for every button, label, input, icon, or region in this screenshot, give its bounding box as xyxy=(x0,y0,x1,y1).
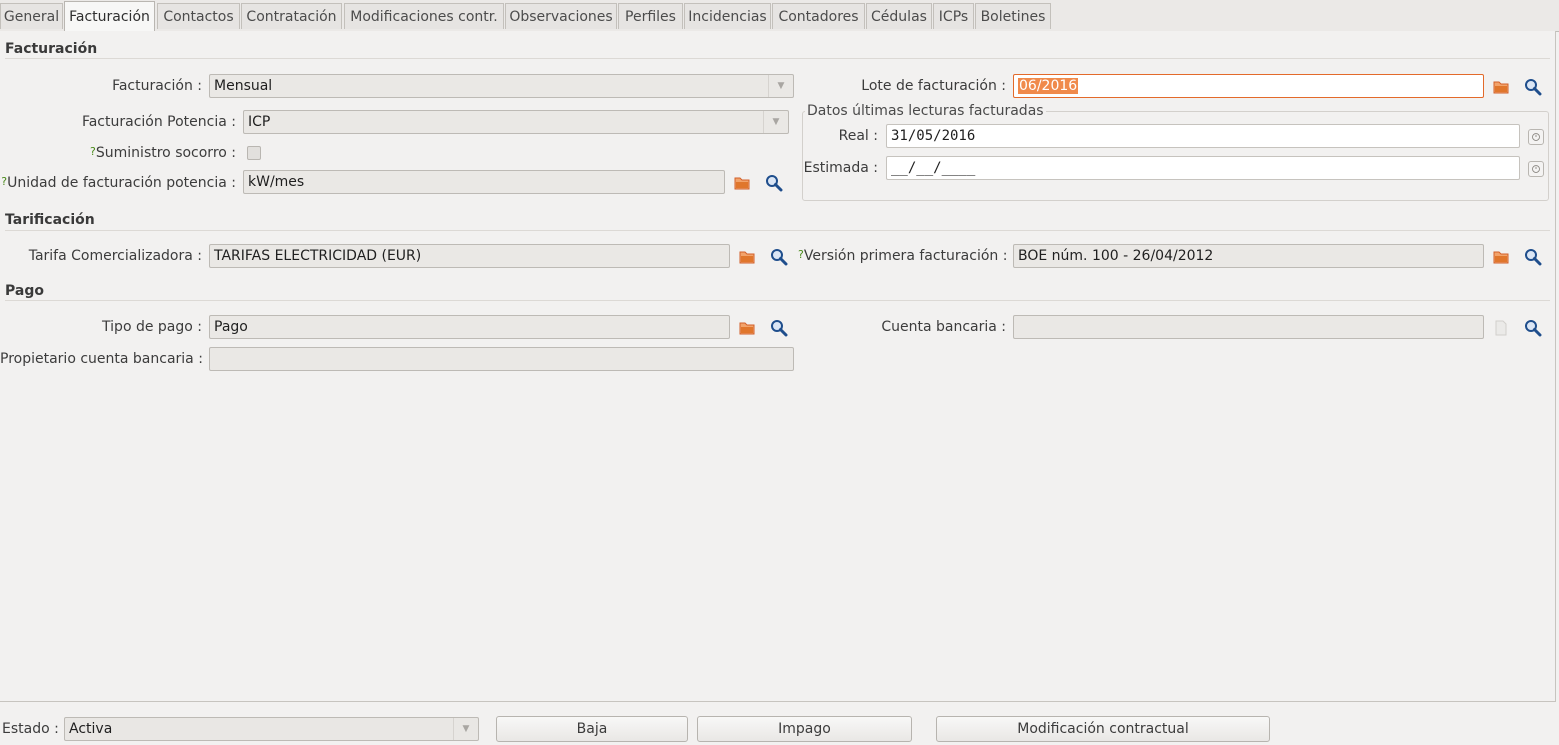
facturacion-potencia-value: ICP xyxy=(248,114,271,130)
estimada-date-field[interactable]: __/__/____ xyxy=(886,156,1520,180)
suministro-socorro-text: Suministro socorro : xyxy=(95,145,236,161)
facturacion-label: Facturación : xyxy=(112,78,202,94)
tab-observaciones[interactable]: Observaciones xyxy=(505,3,617,29)
search-icon[interactable] xyxy=(770,319,788,337)
version-field[interactable]: BOE núm. 100 - 26/04/2012 xyxy=(1013,244,1484,268)
cuenta-bancaria-field[interactable] xyxy=(1013,315,1484,339)
tipo-pago-field[interactable]: Pago xyxy=(209,315,730,339)
folder-icon[interactable] xyxy=(1492,78,1510,96)
propietario-field[interactable] xyxy=(209,347,794,371)
section-tarificacion: Tarificación xyxy=(5,212,95,228)
suministro-socorro-label: ?Suministro socorro : xyxy=(0,145,236,161)
file-icon xyxy=(1495,320,1507,336)
lote-facturacion-field[interactable]: 06/2016 xyxy=(1013,74,1484,98)
estado-value: Activa xyxy=(69,721,113,737)
tarifa-label: Tarifa Comercializadora : xyxy=(28,248,202,264)
tab-modificaciones[interactable]: Modificaciones contr. xyxy=(344,3,504,29)
tab-icps[interactable]: ICPs xyxy=(933,3,974,29)
lote-facturacion-label: Lote de facturación : xyxy=(861,78,1006,94)
facturacion-combo[interactable]: Mensual ▼ xyxy=(209,74,794,98)
modificacion-contractual-button[interactable]: Modificación contractual xyxy=(936,716,1270,742)
search-icon[interactable] xyxy=(1524,78,1542,96)
divider xyxy=(5,230,1550,231)
tarifa-field[interactable]: TARIFAS ELECTRICIDAD (EUR) xyxy=(209,244,730,268)
unidad-facturacion-label: ?Unidad de facturación potencia : xyxy=(0,175,236,191)
search-icon[interactable] xyxy=(1524,248,1542,266)
lecturas-title: Datos últimas lecturas facturadas xyxy=(805,103,1046,119)
chevron-down-icon[interactable]: ▼ xyxy=(763,111,788,133)
tab-general[interactable]: General xyxy=(0,3,63,29)
tipo-pago-label: Tipo de pago : xyxy=(102,319,202,335)
folder-icon[interactable] xyxy=(1492,248,1510,266)
chevron-down-icon[interactable]: ▼ xyxy=(768,75,793,97)
tab-perfiles[interactable]: Perfiles xyxy=(618,3,683,29)
estado-combo[interactable]: Activa ▼ xyxy=(64,717,479,741)
folder-icon[interactable] xyxy=(738,319,756,337)
chevron-down-icon[interactable]: ▼ xyxy=(453,718,478,740)
section-facturacion: Facturación xyxy=(5,41,98,57)
folder-icon[interactable] xyxy=(738,248,756,266)
folder-icon[interactable] xyxy=(733,174,751,192)
real-date-field[interactable]: 31/05/2016 xyxy=(886,124,1520,148)
calendar-icon[interactable] xyxy=(1528,161,1544,177)
divider xyxy=(5,300,1550,301)
tab-boletines[interactable]: Boletines xyxy=(975,3,1051,29)
cuenta-bancaria-label: Cuenta bancaria : xyxy=(881,319,1006,335)
facturacion-potencia-label: Facturación Potencia : xyxy=(81,114,236,130)
tab-contratacion[interactable]: Contratación xyxy=(241,3,342,29)
version-label: ?Versión primera facturación : xyxy=(798,248,1008,264)
impago-button[interactable]: Impago xyxy=(697,716,912,742)
tab-cedulas[interactable]: Cédulas xyxy=(866,3,932,29)
search-icon[interactable] xyxy=(765,174,783,192)
baja-button[interactable]: Baja xyxy=(496,716,688,742)
section-pago: Pago xyxy=(5,283,44,299)
estado-label: Estado : xyxy=(2,721,59,737)
suministro-socorro-checkbox[interactable] xyxy=(247,146,261,160)
lote-facturacion-value: 06/2016 xyxy=(1018,78,1079,94)
real-label: Real : xyxy=(838,128,878,144)
facturacion-value: Mensual xyxy=(214,78,273,94)
unidad-facturacion-field[interactable]: kW/mes xyxy=(243,170,725,194)
tab-bar: General Facturación Contactos Contrataci… xyxy=(0,0,1559,32)
calendar-icon[interactable] xyxy=(1528,129,1544,145)
tab-incidencias[interactable]: Incidencias xyxy=(684,3,771,29)
tab-facturacion[interactable]: Facturación xyxy=(64,1,155,31)
unidad-facturacion-text: Unidad de facturación potencia : xyxy=(7,175,236,191)
facturacion-potencia-combo[interactable]: ICP ▼ xyxy=(243,110,789,134)
search-icon[interactable] xyxy=(1524,319,1542,337)
tab-contactos[interactable]: Contactos xyxy=(157,3,240,29)
divider xyxy=(5,58,1550,59)
estimada-label: Estimada : xyxy=(803,160,878,176)
tab-contadores[interactable]: Contadores xyxy=(772,3,865,29)
propietario-label: Propietario cuenta bancaria : xyxy=(0,351,203,367)
search-icon[interactable] xyxy=(770,248,788,266)
version-text: Versión primera facturación : xyxy=(803,248,1008,264)
